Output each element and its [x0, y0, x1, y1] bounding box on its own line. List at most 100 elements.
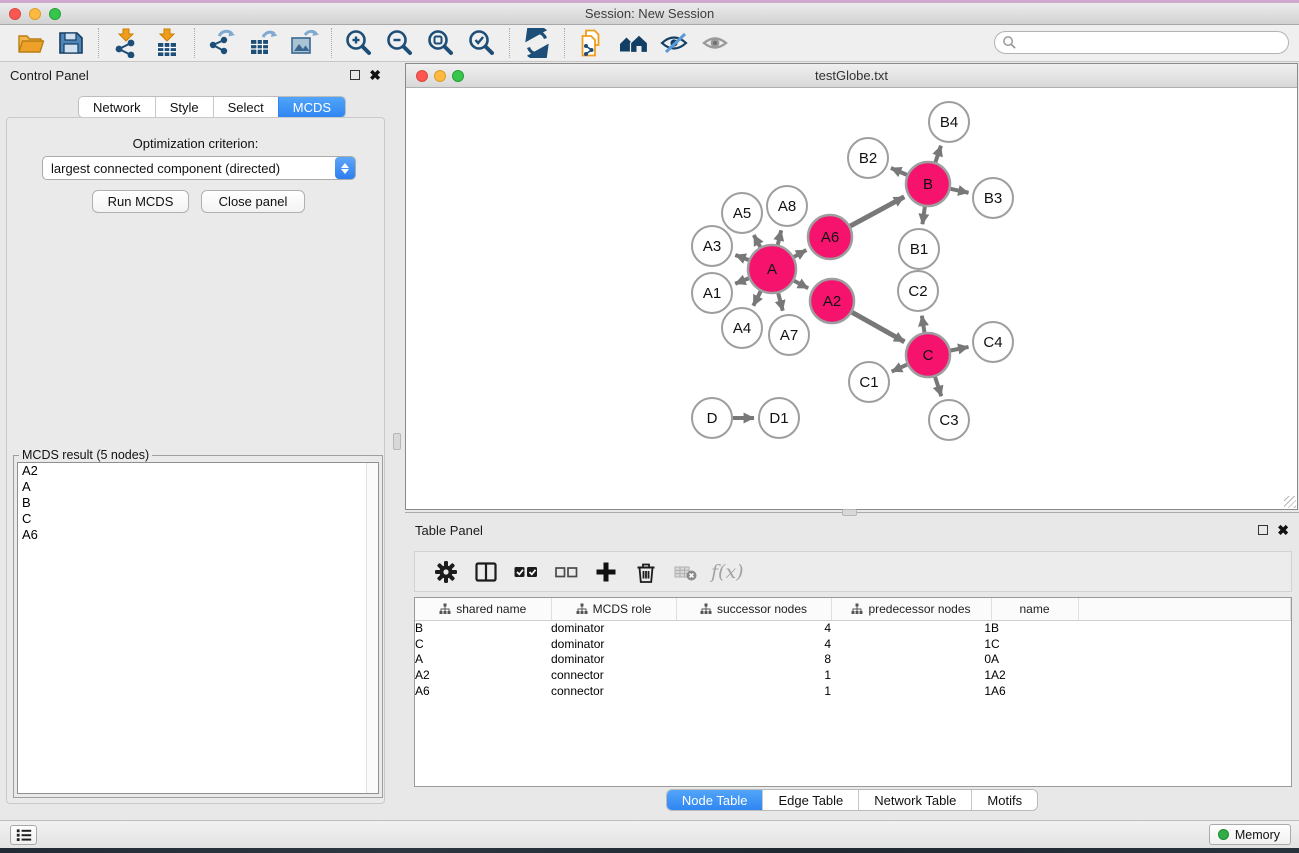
tab-edge-table[interactable]: Edge Table: [762, 790, 858, 810]
graph-edge-A-A7[interactable]: [778, 293, 783, 311]
export-image-button[interactable]: [288, 27, 320, 59]
eye-button[interactable]: [699, 27, 731, 59]
tab-motifs[interactable]: Motifs: [971, 790, 1037, 810]
network-window-titlebar[interactable]: testGlobe.txt: [406, 64, 1297, 88]
window-resize-grip[interactable]: [1284, 496, 1296, 508]
zoom-window-button[interactable]: [49, 8, 61, 20]
save-session-button[interactable]: [55, 27, 87, 59]
tab-mcds[interactable]: MCDS: [278, 97, 345, 117]
table-settings-button[interactable]: [431, 557, 461, 587]
float-table-panel-icon[interactable]: [1258, 525, 1268, 535]
graph-edge-C-C4[interactable]: [951, 347, 969, 351]
table-row[interactable]: Cdominator 41 C: [415, 636, 1291, 652]
table-row[interactable]: Bdominator 41 B: [415, 620, 1291, 636]
network-minimize-button[interactable]: [434, 70, 446, 82]
result-item[interactable]: C: [18, 511, 378, 527]
zoom-out-button[interactable]: [384, 27, 416, 59]
graph-edge-A-A6[interactable]: [794, 250, 806, 257]
table-row[interactable]: A6connector 11 A6: [415, 683, 1291, 699]
tab-network-table[interactable]: Network Table: [858, 790, 971, 810]
graph-edge-B-B2[interactable]: [891, 168, 907, 175]
graph-node-C1[interactable]: C1: [849, 362, 889, 402]
graph-edge-A-A5[interactable]: [754, 235, 760, 247]
zoom-fit-button[interactable]: [425, 27, 457, 59]
graph-edge-C-C2[interactable]: [922, 316, 925, 333]
graph-edge-A-A1[interactable]: [735, 278, 749, 283]
graph-edge-A-A4[interactable]: [753, 291, 760, 305]
graph-node-A2[interactable]: A2: [810, 279, 854, 323]
task-history-button[interactable]: [10, 825, 37, 845]
close-panel-icon[interactable]: ✖: [369, 70, 381, 80]
import-table-button[interactable]: [151, 27, 183, 59]
network-zoom-button[interactable]: [452, 70, 464, 82]
graph-node-A4[interactable]: A4: [722, 308, 762, 348]
graph-node-B[interactable]: B: [906, 162, 950, 206]
graph-edge-A2-C[interactable]: [852, 312, 904, 341]
close-panel-button[interactable]: Close panel: [201, 190, 305, 213]
refresh-button[interactable]: [521, 27, 553, 59]
export-table-button[interactable]: [247, 27, 279, 59]
tab-style[interactable]: Style: [155, 97, 213, 117]
delete-table-button[interactable]: [671, 557, 701, 587]
graph-node-C[interactable]: C: [906, 333, 950, 377]
graph-node-B3[interactable]: B3: [973, 178, 1013, 218]
run-mcds-button[interactable]: Run MCDS: [92, 190, 189, 213]
close-window-button[interactable]: [9, 8, 21, 20]
graph-node-C3[interactable]: C3: [929, 400, 969, 440]
criterion-dropdown[interactable]: largest connected component (directed): [42, 156, 356, 180]
close-table-panel-icon[interactable]: ✖: [1277, 525, 1289, 535]
graph-node-A5[interactable]: A5: [722, 193, 762, 233]
result-item[interactable]: B: [18, 495, 378, 511]
graph-edge-A6-B[interactable]: [850, 197, 904, 226]
graph-node-A3[interactable]: A3: [692, 226, 732, 266]
table-row[interactable]: Adominator 80 A: [415, 652, 1291, 668]
tab-select[interactable]: Select: [213, 97, 278, 117]
network-canvas[interactable]: B4B2BB3A8A5A6A3B1AA1C2A2A4A7C4CC1DD1C3: [406, 88, 1297, 509]
function-builder-button[interactable]: f(x): [711, 561, 744, 583]
tab-node-table[interactable]: Node Table: [667, 790, 763, 810]
show-hide-button[interactable]: [658, 27, 690, 59]
import-network-button[interactable]: [110, 27, 142, 59]
graph-node-B4[interactable]: B4: [929, 102, 969, 142]
graph-node-B2[interactable]: B2: [848, 138, 888, 178]
show-column-panel-button[interactable]: [471, 557, 501, 587]
graph-node-D[interactable]: D: [692, 398, 732, 438]
graph-node-C4[interactable]: C4: [973, 322, 1013, 362]
column-header-mcds-role[interactable]: MCDS role: [551, 598, 676, 620]
graph-edge-A-A8[interactable]: [778, 230, 781, 244]
vertical-splitter-grip[interactable]: [393, 433, 401, 450]
graph-node-A1[interactable]: A1: [692, 273, 732, 313]
column-header-name[interactable]: name: [991, 598, 1078, 620]
graph-edge-A-A3[interactable]: [735, 255, 748, 260]
column-header-predecessor-nodes[interactable]: predecessor nodes: [831, 598, 991, 620]
home-button[interactable]: [617, 27, 649, 59]
zoom-selected-button[interactable]: [466, 27, 498, 59]
search-input[interactable]: [1017, 32, 1288, 53]
graph-node-B1[interactable]: B1: [899, 229, 939, 269]
table-row[interactable]: A2connector 11 A2: [415, 667, 1291, 683]
graph-node-C2[interactable]: C2: [898, 271, 938, 311]
deselect-all-button[interactable]: [551, 557, 581, 587]
graph-node-D1[interactable]: D1: [759, 398, 799, 438]
zoom-in-button[interactable]: [343, 27, 375, 59]
open-session-button[interactable]: [14, 27, 46, 59]
graph-edge-B-B1[interactable]: [922, 207, 924, 224]
export-network-button[interactable]: [206, 27, 238, 59]
horizontal-splitter-grip[interactable]: [842, 509, 857, 516]
graph-node-A[interactable]: A: [748, 245, 796, 293]
graph-edge-B-B4[interactable]: [935, 146, 941, 163]
tab-network[interactable]: Network: [79, 97, 155, 117]
column-header-shared-name[interactable]: shared name: [415, 598, 551, 620]
graph-edge-C-C1[interactable]: [892, 365, 907, 372]
result-scrollbar[interactable]: [366, 463, 378, 793]
select-all-button[interactable]: [511, 557, 541, 587]
create-column-button[interactable]: [591, 557, 621, 587]
float-panel-icon[interactable]: [350, 70, 360, 80]
network-close-button[interactable]: [416, 70, 428, 82]
graph-node-A8[interactable]: A8: [767, 186, 807, 226]
result-item[interactable]: A6: [18, 527, 378, 543]
graph-edge-A-A2[interactable]: [794, 281, 808, 289]
graph-node-A6[interactable]: A6: [808, 215, 852, 259]
memory-button[interactable]: Memory: [1209, 824, 1291, 845]
minimize-window-button[interactable]: [29, 8, 41, 20]
